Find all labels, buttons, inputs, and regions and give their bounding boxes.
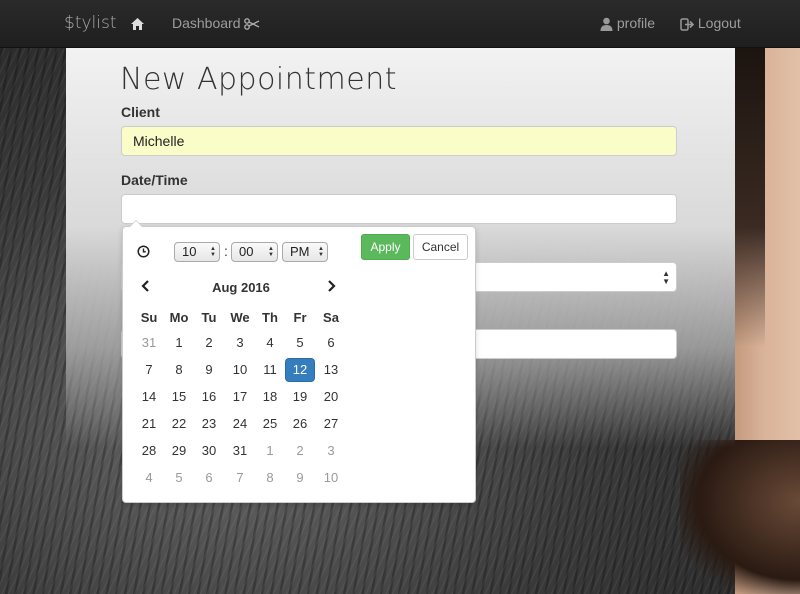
calendar-day[interactable]: 7 bbox=[134, 358, 164, 382]
calendar-day[interactable]: 22 bbox=[164, 412, 194, 436]
calendar-day[interactable]: 3 bbox=[225, 331, 255, 355]
weekday-label: Su bbox=[140, 310, 158, 325]
calendar-day[interactable]: 8 bbox=[164, 358, 194, 382]
calendar-day[interactable]: 23 bbox=[194, 412, 224, 436]
next-month-icon[interactable] bbox=[326, 279, 336, 295]
weekday-label: Fr bbox=[293, 310, 307, 325]
select-arrows-icon: ▲ ▼ bbox=[662, 269, 670, 286]
calendar-day[interactable]: 4 bbox=[134, 466, 164, 490]
weekday-label: We bbox=[230, 310, 250, 325]
select-arrows-icon: ▲ ▼ bbox=[268, 246, 274, 258]
dashboard-label: Dashboard bbox=[172, 15, 241, 31]
datetime-input[interactable] bbox=[121, 194, 677, 224]
client-label: Client bbox=[121, 104, 160, 120]
hour-value: 10 bbox=[182, 244, 197, 259]
logout-icon bbox=[680, 18, 695, 31]
user-icon bbox=[600, 17, 613, 32]
calendar-day[interactable]: 24 bbox=[225, 412, 255, 436]
logout-link[interactable]: Logout bbox=[680, 0, 741, 47]
calendar-day[interactable]: 19 bbox=[285, 385, 315, 409]
calendar-day[interactable]: 31 bbox=[134, 331, 164, 355]
calendar-day[interactable]: 9 bbox=[285, 466, 315, 490]
calendar-day[interactable]: 28 bbox=[134, 439, 164, 463]
calendar-day[interactable]: 21 bbox=[134, 412, 164, 436]
calendar-day[interactable]: 8 bbox=[255, 466, 285, 490]
minute-value: 00 bbox=[239, 244, 254, 259]
time-colon: : bbox=[224, 243, 228, 259]
calendar-day[interactable]: 10 bbox=[225, 358, 255, 382]
calendar-day[interactable]: 5 bbox=[164, 466, 194, 490]
datetime-label: Date/Time bbox=[121, 172, 188, 188]
client-input[interactable]: Michelle bbox=[121, 126, 677, 156]
background-portrait-hair bbox=[735, 47, 765, 347]
calendar-day[interactable]: 30 bbox=[194, 439, 224, 463]
calendar-day[interactable]: 20 bbox=[316, 385, 346, 409]
apply-button[interactable]: Apply bbox=[361, 234, 410, 260]
logout-label: Logout bbox=[697, 15, 741, 31]
calendar-day[interactable]: 9 bbox=[194, 358, 224, 382]
calendar-day-selected[interactable]: 12 bbox=[285, 358, 315, 382]
calendar-day[interactable]: 14 bbox=[134, 385, 164, 409]
calendar-day[interactable]: 18 bbox=[255, 385, 285, 409]
weekday-label: Th bbox=[262, 310, 278, 325]
ampm-value: PM bbox=[290, 244, 310, 259]
month-label: Aug 2016 bbox=[212, 280, 270, 295]
cancel-button[interactable]: Cancel bbox=[413, 234, 468, 260]
calendar-day[interactable]: 29 bbox=[164, 439, 194, 463]
calendar-day[interactable]: 1 bbox=[164, 331, 194, 355]
calendar-day[interactable]: 27 bbox=[316, 412, 346, 436]
weekday-label: Tu bbox=[201, 310, 217, 325]
calendar-day[interactable]: 4 bbox=[255, 331, 285, 355]
page-title: New Appointment bbox=[120, 62, 398, 97]
calendar-day[interactable]: 2 bbox=[285, 439, 315, 463]
ampm-select[interactable]: PM ▲ ▼ bbox=[282, 242, 328, 262]
calendar-day[interactable]: 6 bbox=[316, 331, 346, 355]
calendar-day[interactable]: 5 bbox=[285, 331, 315, 355]
background-portrait-shadow bbox=[680, 440, 800, 594]
calendar-day[interactable]: 13 bbox=[316, 358, 346, 382]
calendar-day[interactable]: 11 bbox=[255, 358, 285, 382]
calendar-day[interactable]: 15 bbox=[164, 385, 194, 409]
profile-link[interactable]: profile bbox=[600, 0, 655, 47]
calendar-day[interactable]: 16 bbox=[194, 385, 224, 409]
profile-label: profile bbox=[616, 15, 656, 31]
calendar-day[interactable]: 10 bbox=[316, 466, 346, 490]
calendar-day[interactable]: 6 bbox=[194, 466, 224, 490]
calendar-day[interactable]: 1 bbox=[255, 439, 285, 463]
clock-icon bbox=[137, 245, 150, 258]
weekday-label: Sa bbox=[323, 310, 339, 325]
calendar-day[interactable]: 2 bbox=[194, 331, 224, 355]
datetime-picker: 10 ▲ ▼ : 00 ▲ ▼ PM ▲ ▼ Apply Cancel Aug 201… bbox=[122, 220, 476, 503]
top-navbar: $tylist Dashboard profile Logout bbox=[0, 0, 800, 48]
select-arrows-icon: ▲ ▼ bbox=[210, 246, 216, 258]
calendar-day[interactable]: 17 bbox=[225, 385, 255, 409]
weekday-label: Mo bbox=[169, 310, 189, 325]
brand-logo[interactable]: $tylist bbox=[64, 0, 117, 47]
hour-select[interactable]: 10 ▲ ▼ bbox=[174, 242, 220, 262]
dashboard-link[interactable]: Dashboard bbox=[172, 0, 260, 47]
home-icon bbox=[131, 18, 144, 31]
scissors-icon bbox=[244, 18, 260, 31]
home-link[interactable] bbox=[130, 0, 145, 47]
calendar-day[interactable]: 31 bbox=[225, 439, 255, 463]
calendar-day[interactable]: 25 bbox=[255, 412, 285, 436]
select-arrows-icon: ▲ ▼ bbox=[318, 246, 324, 258]
calendar-day[interactable]: 3 bbox=[316, 439, 346, 463]
calendar-day[interactable]: 26 bbox=[285, 412, 315, 436]
minute-select[interactable]: 00 ▲ ▼ bbox=[231, 242, 278, 262]
calendar-day[interactable]: 7 bbox=[225, 466, 255, 490]
